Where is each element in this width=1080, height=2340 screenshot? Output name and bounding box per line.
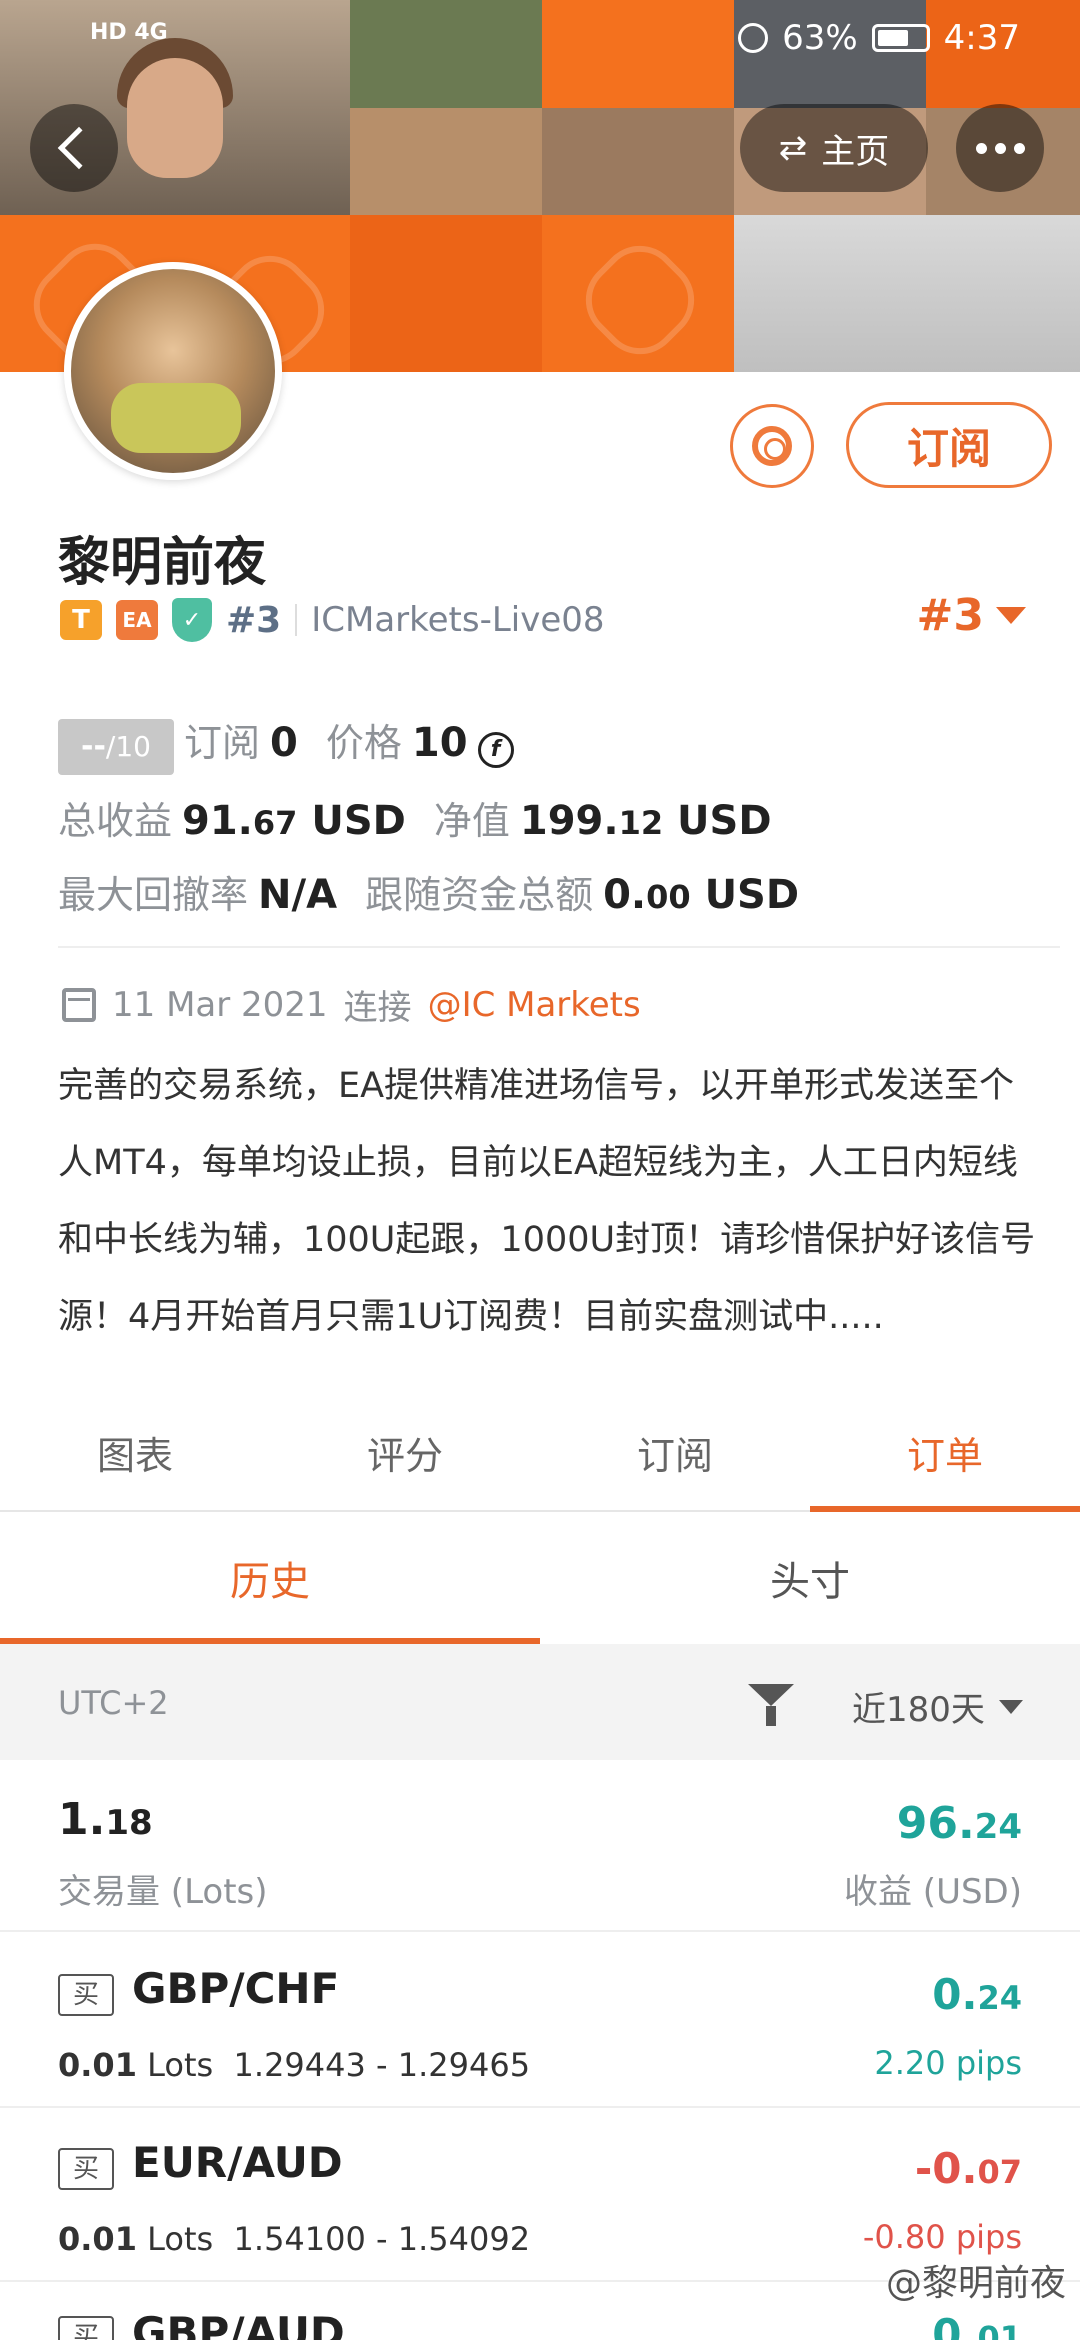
equity-label: 净值: [433, 799, 510, 843]
subscribe-button[interactable]: 订阅: [846, 402, 1052, 488]
subs-label: 订阅: [184, 721, 261, 765]
back-button[interactable]: [30, 104, 118, 192]
order-profit: 0.01: [932, 2310, 1022, 2340]
tab-subscription[interactable]: 订阅: [540, 1408, 810, 1510]
buy-tag: 买: [58, 2148, 114, 2190]
subs-value: 0: [270, 720, 298, 766]
description: 完善的交易系统，EA提供精准进场信号，以开单形式发送至个人MT4，每单均设止损，…: [58, 1066, 1036, 1337]
chevron-left-icon: [57, 126, 101, 170]
username: 黎明前夜: [58, 533, 267, 593]
more-icon: [975, 142, 987, 154]
timezone-label: UTC+2: [58, 1684, 169, 1722]
equity-value: 199.12 USD: [519, 798, 772, 844]
total-profit-label: 总收益: [58, 799, 173, 843]
drawdown-value: N/A: [258, 872, 338, 918]
divider: [58, 946, 1060, 948]
stats-row-1: --/10 订阅 0 价格 10 f: [58, 712, 514, 775]
buy-tag: 买: [58, 2316, 114, 2340]
order-pair: GBP/CHF: [132, 1964, 340, 2013]
price-label: 价格: [325, 721, 402, 765]
network-indicator: HD 4G: [90, 20, 168, 45]
coin-icon: f: [477, 731, 514, 768]
battery-percent: 63%: [782, 18, 858, 58]
tab-chart[interactable]: 图表: [0, 1408, 270, 1510]
caret-down-icon: [996, 607, 1026, 624]
order-pips: -0.80 pips: [862, 2218, 1022, 2256]
connect-date: 11 Mar 2021: [112, 984, 328, 1025]
order-profit: 0.24: [932, 1970, 1022, 2019]
banner-photo: [350, 108, 542, 215]
rank-big: #3: [916, 590, 984, 641]
stats-row-3: 最大回撤率 N/A 跟随资金总额 0.00 USD: [58, 864, 799, 919]
badge-row: T EA ✓ #3 ICMarkets-Live08: [60, 598, 605, 642]
avatar[interactable]: [64, 262, 282, 480]
rank-dropdown[interactable]: #3: [917, 590, 1026, 641]
volume-value: 1.18: [58, 1794, 153, 1845]
connection-info: 11 Mar 2021 连接 @IC Markets: [62, 980, 641, 1029]
total-profit-value: 91.67 USD: [182, 798, 406, 844]
price-value: 10: [411, 720, 468, 766]
tab-history[interactable]: 历史: [0, 1532, 540, 1644]
order-profit: -0.07: [914, 2144, 1022, 2193]
tab-rating[interactable]: 评分: [270, 1408, 540, 1510]
period-label: 近180天: [852, 1690, 985, 1730]
banner-photo: [542, 108, 734, 215]
order-pair: EUR/AUD: [132, 2138, 343, 2187]
sub-tabs: 历史 头寸: [0, 1532, 1080, 1644]
order-detail: 0.01 Lots 1.54100 - 1.54092: [58, 2220, 531, 2258]
ea-badge: EA: [116, 600, 158, 640]
connect-label: 连接: [343, 988, 412, 1028]
score-badge: --/10: [58, 719, 174, 775]
summary-row: 1.18 交易量 (Lots) 96.24 收益 (USD): [0, 1760, 1080, 1932]
calendar-icon: [62, 987, 96, 1022]
verified-shield-icon: ✓: [172, 598, 212, 642]
order-detail: 0.01 Lots 1.29443 - 1.29465: [58, 2046, 531, 2084]
rank-small: #3: [226, 599, 282, 641]
order-pair: GBP/AUD: [132, 2308, 345, 2340]
drawdown-label: 最大回撤率: [58, 873, 249, 917]
buy-tag: 买: [58, 1974, 114, 2016]
swap-icon: ⇄: [778, 128, 808, 168]
profit-label: 收益 (USD): [844, 1872, 1022, 1912]
profit-value: 96.24: [896, 1798, 1022, 1849]
alarm-icon: [738, 23, 769, 53]
follow-value: 0.00 USD: [603, 872, 800, 918]
period-dropdown[interactable]: 近180天: [852, 1682, 1023, 1731]
banner-photo: [734, 215, 1080, 372]
battery-icon: [871, 24, 930, 52]
tab-orders[interactable]: 订单: [810, 1408, 1080, 1512]
main-tabs: 图表 评分 订阅 订单: [0, 1408, 1080, 1512]
broker-link[interactable]: @IC Markets: [428, 985, 641, 1025]
settings-button[interactable]: [730, 404, 814, 488]
stats-row-2: 总收益 91.67 USD 净值 199.12 USD: [58, 790, 772, 845]
follow-label: 跟随资金总额: [365, 873, 594, 917]
tab-positions[interactable]: 头寸: [540, 1532, 1080, 1644]
watermark: @黎明前夜: [885, 2263, 1066, 2304]
volume-label: 交易量 (Lots): [58, 1872, 268, 1912]
server-name: ICMarkets-Live08: [311, 600, 605, 640]
order-row[interactable]: 买 GBP/CHF 0.01 Lots 1.29443 - 1.29465 0.…: [0, 1934, 1080, 2108]
home-button[interactable]: ⇄ 主页: [740, 104, 928, 192]
filter-icon[interactable]: [748, 1684, 794, 1726]
clock: 4:37: [943, 18, 1020, 58]
trader-badge: T: [60, 600, 102, 640]
gear-icon: [752, 426, 792, 466]
caret-down-icon: [998, 1699, 1023, 1714]
more-button[interactable]: [956, 104, 1044, 192]
status-bar: HD 4G 63% 4:37: [0, 0, 1080, 80]
filter-bar: UTC+2 近180天: [0, 1644, 1080, 1760]
home-label: 主页: [821, 131, 890, 172]
order-pips: 2.20 pips: [874, 2044, 1022, 2082]
